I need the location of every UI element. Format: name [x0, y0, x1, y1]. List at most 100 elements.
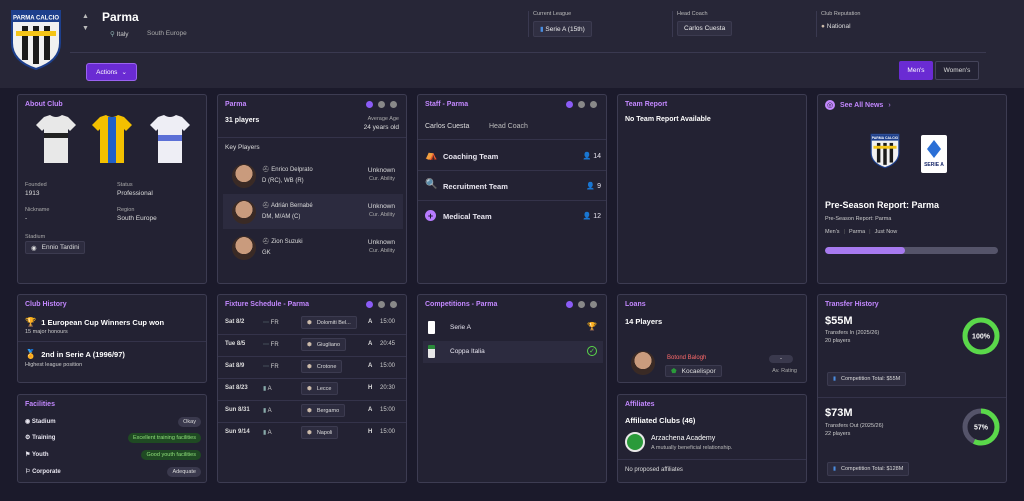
current-league-value[interactable]: ▮ Serie A (15th)	[533, 21, 592, 37]
key-player-row[interactable]: ⛑ Zion Suzuki GK Unknown Cur. Ability	[223, 230, 403, 265]
fixture-competition: ▮ A	[263, 429, 272, 436]
coaching-team-row[interactable]: ⛺ Coaching Team 👤 14	[425, 150, 601, 164]
transfers-in-amount: $55M	[825, 315, 853, 327]
avg-age-label: Average Age	[367, 116, 399, 122]
nation-info[interactable]: ⚲ Italy	[110, 30, 129, 38]
recruitment-team-row[interactable]: 🔍 Recruitment Team 👤 9	[425, 179, 601, 194]
current-league-label: Current League	[533, 11, 572, 17]
club-history-title[interactable]: Club History	[25, 301, 67, 308]
opponent-chip[interactable]: ⬢ Lecce	[301, 382, 338, 395]
current-league-info: Current League ▮ Serie A (15th)	[533, 11, 592, 37]
fixture-row[interactable]: Sun 9/14 ▮ A ⬢ Napoli H 15:00	[223, 423, 403, 443]
history-position: 2nd in Serie A (1996/97)	[41, 350, 125, 359]
opponent-chip[interactable]: ⬢ Dolomiti Bel...	[301, 316, 357, 329]
stadium-chip[interactable]: ◉ Ennio Tardini	[25, 241, 86, 254]
news-icon: ◎	[825, 100, 835, 110]
competition-row[interactable]: Coppa Italia ✓	[423, 341, 603, 363]
news-tag: Just Now	[874, 229, 898, 235]
opponent-chip[interactable]: ⬢ Giugliano	[301, 338, 347, 351]
opponent-name: Crotone	[316, 363, 337, 370]
opponent-chip[interactable]: ⬢ Bergamo	[301, 404, 346, 417]
club-history-panel: Club History 🏆 1 European Cup Winners Cu…	[17, 294, 207, 383]
squad-title[interactable]: Parma	[225, 101, 246, 108]
team-count: 14	[593, 153, 601, 160]
competition-code: FR	[270, 320, 279, 326]
player-positions: DM, M/AM (C)	[262, 214, 301, 220]
staff-panel: Staff - Parma Carlos Cuesta Head Coach ⛺…	[417, 94, 607, 284]
see-all-news-link[interactable]: See All News	[840, 102, 883, 109]
medical-team-row[interactable]: + Medical Team 👤 12	[425, 210, 601, 224]
fixture-row[interactable]: Sat 8/23 ▮ A ⬢ Lecce H 20:30	[223, 379, 403, 399]
founded-value: 1913	[25, 190, 40, 197]
fixture-row[interactable]: Sat 8/2 ⋯ FR ⬢ Dolomiti Bel... A 15:00	[223, 313, 403, 333]
fixture-competition: ▮ A	[263, 385, 272, 392]
player-avatar	[631, 351, 655, 375]
transfers-out-amount: $73M	[825, 407, 853, 419]
head-coach-value[interactable]: Carlos Cuesta	[677, 21, 733, 36]
actions-button[interactable]: Actions ⌄	[86, 63, 137, 81]
next-club-arrow[interactable]: ▼	[82, 25, 89, 32]
previous-club-arrow[interactable]: ▲	[82, 13, 89, 20]
player-name: Enrico Delprato	[271, 167, 313, 173]
reputation-text: National	[826, 23, 851, 30]
competitions-title[interactable]: Competitions - Parma	[425, 301, 497, 308]
affiliates-title[interactable]: Affiliates	[625, 401, 655, 408]
fixture-date: Sat 8/23	[225, 385, 248, 391]
news-tags: Men's | Parma | Just Now	[825, 229, 898, 235]
fixture-row[interactable]: Sun 8/31 ▮ A ⬢ Bergamo A 15:00	[223, 401, 403, 421]
opponent-chip[interactable]: ⬢ Napoli	[301, 426, 339, 439]
squad-panel: Parma 31 players Average Age 24 years ol…	[217, 94, 407, 284]
staff-title[interactable]: Staff - Parma	[425, 101, 468, 108]
affiliate-badge-icon	[625, 432, 645, 452]
news-tag: Men's	[825, 229, 840, 235]
fixture-time: 15:00	[380, 319, 396, 325]
loans-title[interactable]: Loans	[625, 301, 646, 308]
fixture-time: 20:30	[380, 385, 396, 391]
news-headline[interactable]: Pre-Season Report: Parma	[825, 200, 939, 210]
player-avatar	[232, 164, 256, 188]
loan-club-chip[interactable]: ⬟ Kocaelispor	[665, 365, 722, 377]
facilities-panel: Facilities ◉ Stadium Okay ⚙ Training Exc…	[17, 394, 207, 483]
facilities-title[interactable]: Facilities	[25, 401, 55, 408]
person-icon: 👤	[586, 183, 596, 190]
womens-tab[interactable]: Women's	[935, 61, 979, 80]
person-icon: ⛑	[262, 203, 270, 209]
trophy-icon: 🏆	[25, 317, 37, 327]
team-report-title[interactable]: Team Report	[625, 101, 667, 108]
affiliate-row[interactable]: Arzachena Academy A mutually beneficial …	[625, 429, 801, 455]
medical-plus-icon: +	[425, 210, 436, 221]
fixture-row[interactable]: Sat 8/9 ⋯ FR ⬢ Crotone A 15:00	[223, 357, 403, 377]
parma-crest-icon: PARMA CALCIO	[870, 133, 900, 169]
competition-icon: ⋯	[263, 342, 269, 348]
team-label: Recruitment Team	[443, 182, 508, 191]
loan-player-row[interactable]: Botond Balogh ⬟ Kocaelispor - Av. Rating	[623, 347, 803, 379]
page-dots[interactable]	[366, 301, 397, 308]
nation-label: Italy	[116, 31, 129, 38]
fixture-row[interactable]: Tue 8/5 ⋯ FR ⬢ Giugliano A 20:45	[223, 335, 403, 355]
opponent-name: Lecce	[316, 385, 332, 392]
page-dots[interactable]	[566, 301, 597, 308]
head-coach-name[interactable]: Carlos Cuesta	[425, 123, 469, 130]
competition-icon: ▮	[263, 408, 267, 414]
facility-badge: Adequate	[167, 467, 201, 477]
no-proposed-affiliates: No proposed affiliates	[625, 467, 683, 473]
competition-row[interactable]: Serie A 🏆	[423, 317, 603, 339]
facility-row: ⚙ Training Excellent training facilities	[25, 433, 201, 445]
news-panel[interactable]: ◎ See All News › PARMA CALCIO SERIE A Pr…	[817, 94, 1007, 284]
competition-code: A	[267, 408, 272, 414]
loan-player-name: Botond Balogh	[667, 355, 707, 361]
fixtures-title[interactable]: Fixture Schedule - Parma	[225, 301, 309, 308]
fixture-competition: ▮ A	[263, 407, 272, 414]
key-player-row[interactable]: ⛑ Adrián Bernabé DM, M/AM (C) Unknown Cu…	[223, 194, 403, 229]
transfer-history-title[interactable]: Transfer History	[825, 301, 879, 308]
player-positions: GK	[262, 250, 271, 256]
mens-tab[interactable]: Men's	[899, 61, 933, 80]
page-dots[interactable]	[366, 101, 397, 108]
history-honour: 1 European Cup Winners Cup won	[41, 318, 165, 327]
key-player-row[interactable]: ⛑ Enrico Delprato D (RC), WB (R) Unknown…	[223, 158, 403, 193]
fixture-venue: A	[368, 407, 373, 413]
about-club-title[interactable]: About Club	[25, 101, 63, 108]
opponent-chip[interactable]: ⬢ Crotone	[301, 360, 343, 373]
key-players-label: Key Players	[225, 144, 260, 151]
page-dots[interactable]	[566, 101, 597, 108]
